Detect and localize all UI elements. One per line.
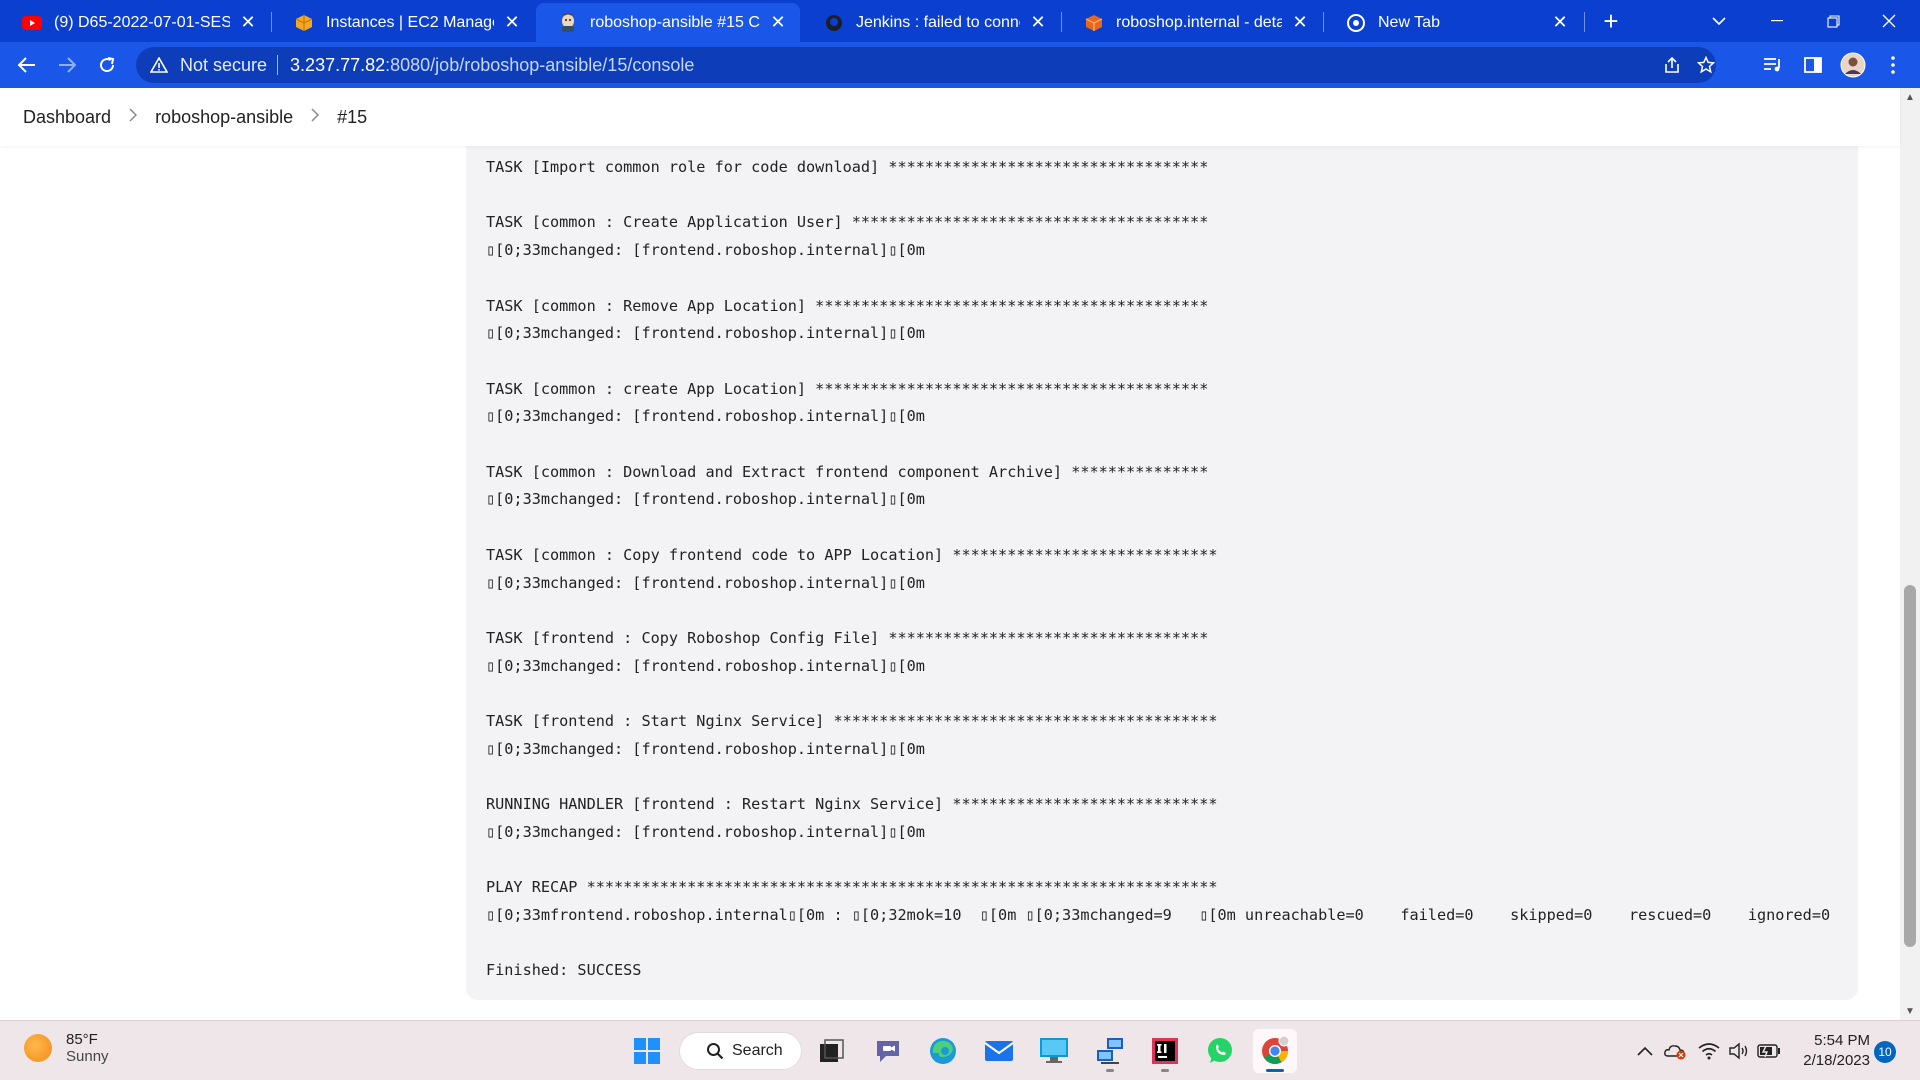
window-close-icon[interactable] xyxy=(1866,0,1912,42)
windows-start-icon[interactable] xyxy=(625,1029,669,1073)
aws-box-icon xyxy=(294,13,314,33)
search-icon xyxy=(707,1043,724,1060)
remote-desktop-icon[interactable] xyxy=(1032,1029,1076,1073)
weather-widget[interactable]: 85°F Sunny xyxy=(24,1031,109,1065)
youtube-icon xyxy=(22,13,42,33)
tab-jenkins-console[interactable]: roboshop-ansible #15 Cons ✕ xyxy=(536,3,800,42)
chevron-right-icon[interactable] xyxy=(311,107,320,127)
scroll-down-icon[interactable]: ▼ xyxy=(1900,1002,1920,1020)
close-icon[interactable]: ✕ xyxy=(1290,12,1310,33)
warning-triangle-icon[interactable] xyxy=(150,57,170,73)
tab-search-chevron-icon[interactable] xyxy=(1696,0,1742,42)
close-icon[interactable]: ✕ xyxy=(1550,12,1570,33)
taskbar-search[interactable]: Search xyxy=(679,1032,802,1070)
side-panel-icon[interactable] xyxy=(1796,48,1830,82)
close-icon[interactable]: ✕ xyxy=(768,12,788,33)
bookmark-star-icon[interactable] xyxy=(1688,47,1724,83)
tab-title: roboshop-ansible #15 Cons xyxy=(590,13,760,31)
profile-avatar[interactable] xyxy=(1836,48,1870,82)
close-icon[interactable]: ✕ xyxy=(238,12,258,33)
new-tab-button[interactable]: + xyxy=(1588,0,1634,42)
tab-title: Jenkins : failed to connect s xyxy=(856,13,1020,31)
share-icon[interactable] xyxy=(1654,47,1690,83)
url-host: 3.237.77.82 xyxy=(290,54,386,75)
scrollbar-thumb[interactable] xyxy=(1904,585,1916,947)
tray-overflow-chevron-icon[interactable] xyxy=(1630,1031,1660,1071)
url-path: :8080/job/roboshop-ansible/15/console xyxy=(385,54,695,75)
address-bar[interactable]: Not secure 3.237.77.82:8080/job/roboshop… xyxy=(136,47,1716,83)
kebab-menu-icon[interactable] xyxy=(1876,48,1910,82)
breadcrumb-job[interactable]: roboshop-ansible xyxy=(155,107,293,128)
running-indicator xyxy=(1106,1069,1114,1072)
weather-condition: Sunny xyxy=(66,1048,109,1065)
battery-icon[interactable] xyxy=(1754,1031,1784,1071)
intellij-idea-icon[interactable] xyxy=(1143,1029,1187,1073)
tab-github-jenkins[interactable]: Jenkins : failed to connect s ✕ xyxy=(802,3,1060,42)
tab-youtube[interactable]: (9) D65-2022-07-01-SESSIO ✕ xyxy=(0,3,270,42)
running-indicator xyxy=(1266,1069,1284,1072)
tab-title: (9) D65-2022-07-01-SESSIO xyxy=(54,13,230,31)
forward-arrow-icon[interactable] xyxy=(50,48,84,82)
minimize-icon[interactable] xyxy=(1754,0,1800,42)
console-output-panel: TASK [Import common role for code downlo… xyxy=(466,88,1858,1000)
edge-browser-icon[interactable] xyxy=(921,1029,965,1073)
chevron-right-icon[interactable] xyxy=(129,107,138,127)
chrome-taskbar-icon[interactable] xyxy=(1253,1029,1297,1073)
browser-toolbar: Not secure 3.237.77.82:8080/job/roboshop… xyxy=(0,42,1920,88)
onedrive-sync-error-icon[interactable] xyxy=(1660,1031,1690,1071)
browser-tab-strip: (9) D65-2022-07-01-SESSIO ✕ Instances | … xyxy=(0,0,1920,42)
network-computers-icon[interactable] xyxy=(1088,1029,1132,1073)
notification-badge[interactable]: 10 xyxy=(1874,1041,1896,1063)
breadcrumb-build[interactable]: #15 xyxy=(337,107,367,128)
weather-temperature: 85°F xyxy=(66,1031,98,1048)
system-clock[interactable]: 5:54 PM 2/18/2023 xyxy=(1796,1031,1870,1071)
tab-route53-details[interactable]: roboshop.internal - details ✕ xyxy=(1062,3,1322,42)
reload-icon[interactable] xyxy=(90,48,124,82)
close-icon[interactable]: ✕ xyxy=(502,12,522,33)
search-label: Search xyxy=(732,1042,783,1059)
wifi-icon[interactable] xyxy=(1694,1031,1724,1071)
whatsapp-icon[interactable] xyxy=(1198,1029,1242,1073)
chrome-icon xyxy=(1346,13,1366,33)
breadcrumb: Dashboard roboshop-ansible #15 xyxy=(0,88,1900,146)
scroll-up-icon[interactable]: ▲ xyxy=(1900,88,1920,106)
task-view-icon[interactable] xyxy=(810,1029,854,1073)
jenkins-icon xyxy=(558,12,578,33)
console-output-text: TASK [Import common role for code downlo… xyxy=(486,158,1831,980)
tab-title: New Tab xyxy=(1378,13,1440,31)
breadcrumb-dashboard[interactable]: Dashboard xyxy=(23,107,111,128)
restore-icon[interactable] xyxy=(1810,0,1856,42)
windows-taskbar: 85°F Sunny Search 5:54 PM 2/18/2023 10 xyxy=(0,1020,1920,1080)
omnibox-divider xyxy=(277,55,279,75)
teams-chat-icon[interactable] xyxy=(866,1029,910,1073)
page-scrollbar[interactable]: ▲ ▼ xyxy=(1900,88,1920,1020)
back-arrow-icon[interactable] xyxy=(10,48,44,82)
running-indicator xyxy=(1161,1069,1169,1072)
clock-date: 2/18/2023 xyxy=(1803,1052,1870,1069)
jenkins-page: TASK [Import common role for code downlo… xyxy=(0,88,1920,1020)
tab-title: roboshop.internal - details xyxy=(1116,13,1282,31)
security-label[interactable]: Not secure xyxy=(180,55,267,76)
tab-divider xyxy=(1584,12,1585,32)
tab-title: Instances | EC2 Managemen xyxy=(326,13,494,31)
tab-ec2-instances[interactable]: Instances | EC2 Managemen ✕ xyxy=(272,3,534,42)
volume-icon[interactable] xyxy=(1724,1031,1754,1071)
media-queue-icon[interactable] xyxy=(1756,48,1790,82)
clock-time: 5:54 PM xyxy=(1814,1032,1870,1049)
github-icon xyxy=(824,13,844,33)
mail-icon[interactable] xyxy=(977,1029,1021,1073)
sun-icon xyxy=(24,1034,52,1062)
tab-new-tab[interactable]: New Tab ✕ xyxy=(1324,3,1582,42)
aws-cube-icon xyxy=(1084,13,1104,33)
close-icon[interactable]: ✕ xyxy=(1028,12,1048,33)
